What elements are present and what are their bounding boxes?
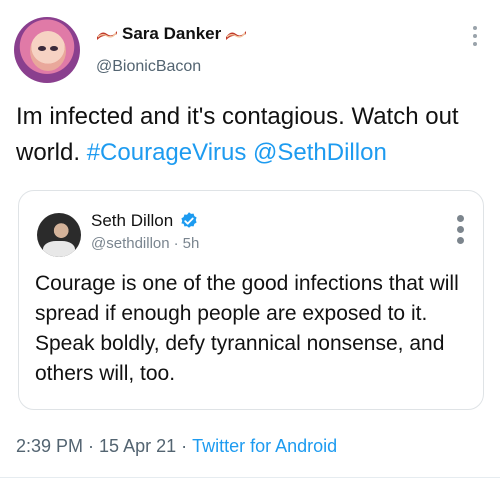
author-avatar[interactable] — [14, 17, 80, 83]
tweet-time: 2:39 PM — [16, 436, 84, 456]
mention-link[interactable]: @SethDillon — [253, 139, 387, 166]
tweet-detail: Sara Danker @BionicBacon Im infected and… — [0, 0, 500, 479]
footer-separator: · — [181, 436, 188, 456]
menu-dot — [473, 26, 477, 30]
bacon-icon — [226, 31, 247, 40]
tweet-date: 15 Apr 21 — [99, 436, 177, 456]
author-handle[interactable]: @BionicBacon — [96, 58, 201, 76]
tweet-text: Im infected and it's contagious. Watch o… — [16, 99, 488, 171]
avatar-eye — [50, 46, 58, 51]
quoted-author-avatar[interactable] — [37, 213, 81, 257]
tweet-footer: 2:39 PM · 15 Apr 21 · Twitter for Androi… — [16, 436, 337, 457]
quoted-handle[interactable]: @sethdillon — [91, 235, 170, 252]
quoted-name-row: Seth Dillon — [91, 211, 199, 231]
author-display-name[interactable]: Sara Danker — [122, 24, 221, 44]
more-vertical-icon[interactable] — [457, 215, 465, 248]
menu-dot — [457, 215, 464, 222]
menu-dot — [457, 237, 464, 244]
quoted-display-name[interactable]: Seth Dillon — [91, 211, 173, 231]
tweet-source-link[interactable]: Twitter for Android — [192, 436, 337, 457]
author-name-row[interactable]: Sara Danker — [96, 24, 247, 44]
quoted-meta: @sethdillon · 5h — [91, 235, 199, 252]
quoted-tweet-text: Courage is one of the good infections th… — [35, 272, 459, 385]
verified-badge-icon — [181, 212, 197, 228]
menu-dot — [457, 226, 464, 233]
quoted-age: 5h — [182, 235, 200, 252]
avatar-face — [30, 31, 66, 71]
menu-dot — [473, 34, 477, 38]
more-vertical-icon[interactable] — [472, 26, 478, 50]
quoted-tweet-card[interactable]: Seth Dillon @sethdillon · 5h Courage is … — [18, 190, 484, 410]
avatar-shirt — [43, 241, 75, 257]
hashtag-link[interactable]: #CourageVirus — [87, 139, 247, 166]
avatar-eye — [38, 46, 46, 51]
meta-separator: · — [173, 235, 179, 252]
menu-dot — [473, 42, 477, 46]
divider — [0, 477, 500, 478]
bacon-icon — [97, 31, 117, 40]
footer-separator: · — [88, 436, 95, 456]
